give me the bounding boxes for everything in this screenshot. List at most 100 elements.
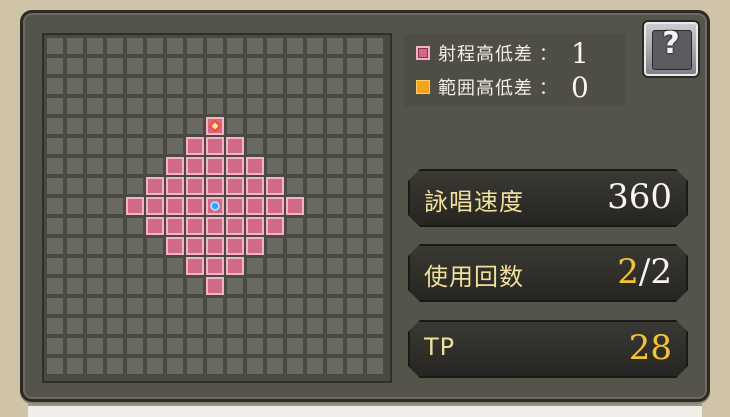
grid-cell (247, 58, 263, 74)
grid-cell (367, 98, 383, 114)
grid-cell (87, 38, 103, 54)
grid-cell (367, 338, 383, 354)
grid-cell (107, 118, 123, 134)
help-button[interactable]: ? (642, 20, 700, 78)
grid-cell (307, 138, 323, 154)
grid-cell (187, 318, 203, 334)
grid-cell (67, 158, 83, 174)
grid-cell (127, 278, 143, 294)
grid-cell (347, 58, 363, 74)
range-cell (226, 257, 244, 275)
legend-area-height-label: 範囲高低差 (438, 78, 533, 99)
range-cell (146, 217, 164, 235)
grid-cell (187, 98, 203, 114)
range-cell (206, 257, 224, 275)
grid-cell (367, 198, 383, 214)
bottom-strip (28, 404, 702, 417)
grid-cell (307, 338, 323, 354)
grid-cell (107, 258, 123, 274)
range-cell (226, 237, 244, 255)
range-cell (206, 217, 224, 235)
grid-cell (347, 98, 363, 114)
area-swatch-icon (416, 80, 430, 94)
range-cell (166, 217, 184, 235)
grid-cell (227, 78, 243, 94)
grid-cell (207, 318, 223, 334)
grid-cell (127, 298, 143, 314)
grid-cell (47, 198, 63, 214)
grid-cell (347, 278, 363, 294)
height-legend: 射程高低差 ： 1 範囲高低差 ： 0 (404, 34, 626, 106)
grid-cell (167, 318, 183, 334)
grid-cell (147, 158, 163, 174)
grid-cell (347, 118, 363, 134)
range-cell (286, 197, 304, 215)
range-cell (166, 197, 184, 215)
range-cell (146, 197, 164, 215)
grid-cell (207, 298, 223, 314)
grid-cell (127, 258, 143, 274)
grid-cell (167, 138, 183, 154)
grid-cell (287, 298, 303, 314)
grid-cell (227, 318, 243, 334)
grid-cell (127, 158, 143, 174)
grid-cell (247, 98, 263, 114)
grid-cell (207, 38, 223, 54)
grid-cell (127, 78, 143, 94)
grid-cell (47, 58, 63, 74)
cast-speed-stat: 詠唱速度 360 (408, 169, 688, 227)
grid-cell (247, 118, 263, 134)
grid-cell (267, 38, 283, 54)
grid-cell (207, 58, 223, 74)
grid-cell (307, 238, 323, 254)
grid-cell (147, 78, 163, 94)
uses-max: 2 (650, 252, 672, 292)
grid-cell (287, 278, 303, 294)
grid-cell (87, 238, 103, 254)
grid-cell (107, 358, 123, 374)
range-cell (126, 197, 144, 215)
grid-cell (327, 178, 343, 194)
grid-cell (47, 338, 63, 354)
range-cell (266, 197, 284, 215)
grid-cell (267, 58, 283, 74)
grid-cell (167, 58, 183, 74)
grid-cell (167, 38, 183, 54)
legend-area-height: 範囲高低差 ： 0 (416, 71, 589, 104)
grid-cell (107, 98, 123, 114)
cast-speed-value: 360 (607, 177, 672, 217)
grid-cell (267, 338, 283, 354)
grid-cell (87, 318, 103, 334)
grid-cell (107, 158, 123, 174)
grid-cell (307, 78, 323, 94)
grid-cell (67, 58, 83, 74)
grid-cell (67, 218, 83, 234)
range-cell (246, 237, 264, 255)
grid-cell (327, 138, 343, 154)
grid-cell (147, 258, 163, 274)
range-cell (226, 137, 244, 155)
grid-cell (287, 218, 303, 234)
range-cell (226, 177, 244, 195)
grid-cell (87, 58, 103, 74)
range-cell (266, 217, 284, 235)
grid-cell (267, 118, 283, 134)
grid-cell (367, 38, 383, 54)
grid-cell (347, 198, 363, 214)
grid-cell (327, 218, 343, 234)
grid-cell (187, 78, 203, 94)
grid-cell (87, 218, 103, 234)
grid-cell (47, 278, 63, 294)
grid-cell (347, 38, 363, 54)
grid-cell (267, 358, 283, 374)
grid-cell (167, 78, 183, 94)
grid-cell (67, 138, 83, 154)
grid-cell (67, 38, 83, 54)
range-cell (266, 177, 284, 195)
grid-cell (87, 78, 103, 94)
range-cell (206, 177, 224, 195)
grid-cell (47, 258, 63, 274)
grid-cell (87, 158, 103, 174)
grid-cell (87, 118, 103, 134)
grid-cell (367, 158, 383, 174)
